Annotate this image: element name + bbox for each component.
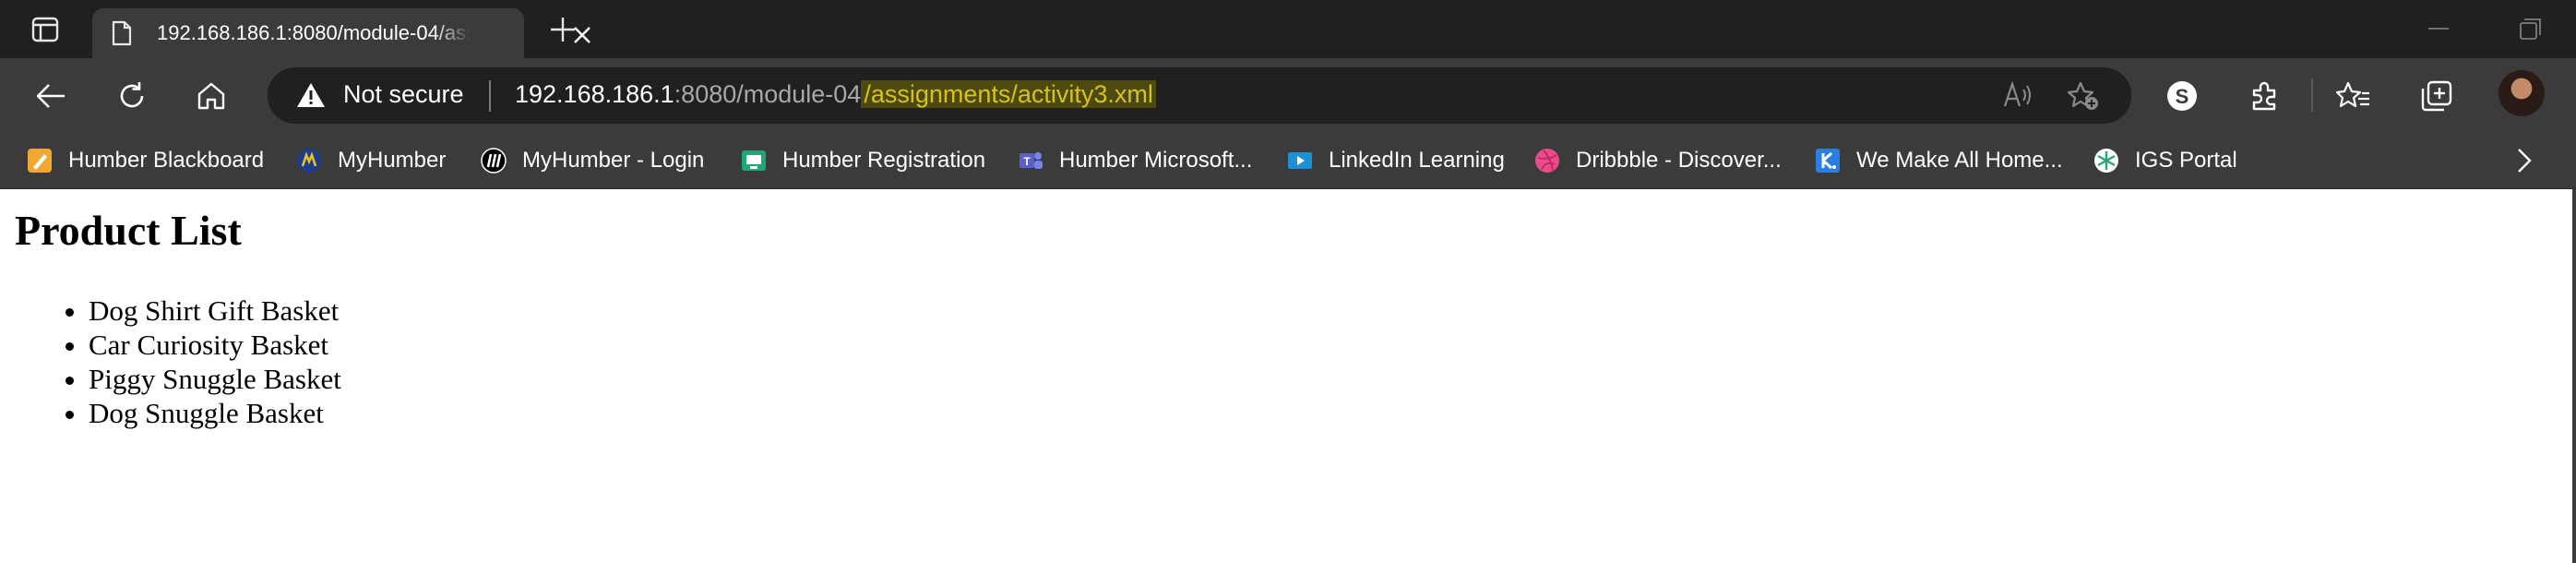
address-bar[interactable]: Not secure 192.168.186.1:8080/module-04/… [268, 67, 2131, 124]
url-host: 192.168.186.1 [515, 80, 674, 108]
bookmark-label: Dribbble - Discover... [1576, 148, 1782, 173]
product-list: Dog Shirt Gift Basket Car Curiosity Bask… [89, 293, 341, 430]
refresh-icon [120, 82, 144, 108]
active-tab[interactable]: 192.168.186.1:8080/module-04/assignments… [92, 8, 590, 58]
bookmark-humber-registration[interactable]: Humber Registration [740, 132, 985, 189]
skype-icon: S [2167, 81, 2197, 111]
url-highlighted-path: /assignments/activity3.xml [861, 80, 1156, 108]
kajabi-icon [1814, 147, 1842, 174]
favorites-icon [2336, 81, 2369, 108]
minimize-window-icon[interactable] [2427, 17, 2451, 45]
refresh-button[interactable] [111, 75, 153, 117]
navigation-toolbar: Not secure 192.168.186.1:8080/module-04/… [0, 58, 2576, 132]
home-button[interactable] [190, 75, 233, 117]
bookmark-linkedin-learning[interactable]: LinkedIn Learning [1286, 132, 1505, 189]
home-icon [197, 82, 225, 110]
bookmark-label: Humber Microsoft... [1059, 148, 1253, 173]
bookmark-humber-microsoft[interactable]: T Humber Microsoft... [1017, 132, 1252, 189]
security-status[interactable]: Not secure [343, 80, 464, 109]
back-arrow-icon [36, 84, 65, 108]
product-list-item: Piggy Snuggle Basket [89, 362, 341, 396]
add-favorite-icon[interactable] [2067, 80, 2100, 116]
collections-icon [2421, 80, 2452, 112]
bookmark-label: LinkedIn Learning [1329, 148, 1505, 173]
read-aloud-icon[interactable] [2002, 80, 2033, 114]
teams-icon: T [1017, 147, 1044, 174]
back-button[interactable] [30, 75, 72, 117]
window-edge [2572, 189, 2576, 563]
tab-strip: 192.168.186.1:8080/module-04/assignments… [0, 0, 2576, 58]
product-list-item: Dog Shirt Gift Basket [89, 293, 341, 328]
skype-extension-button[interactable]: S [2161, 75, 2203, 117]
blackboard-icon [26, 147, 54, 174]
bookmark-label: IGS Portal [2135, 148, 2237, 173]
url-text[interactable]: 192.168.186.1:8080/module-04/assignments… [515, 80, 1156, 109]
tab-actions-icon [31, 17, 59, 42]
toolbar-divider [2311, 78, 2313, 112]
dribbble-icon [1533, 147, 1561, 174]
bookmark-myhumber-login[interactable]: MyHumber - Login [480, 132, 704, 189]
linkedin-learning-icon [1286, 147, 1314, 174]
bookmarks-bar: Humber Blackboard MyHumber MyHumber - Lo… [0, 132, 2576, 189]
chevron-right-icon[interactable] [2510, 146, 2537, 180]
bookmark-myhumber[interactable]: MyHumber [295, 132, 446, 189]
bookmark-we-make-all-home[interactable]: We Make All Home... [1814, 132, 2063, 189]
collections-button[interactable] [2415, 75, 2458, 117]
registration-icon [740, 147, 768, 174]
bookmark-label: MyHumber - Login [522, 148, 705, 173]
extensions-button[interactable] [2244, 75, 2286, 117]
page-title: Product List [15, 207, 242, 254]
myhumber-login-icon [480, 147, 507, 174]
page-content: Product List Dog Shirt Gift Basket Car C… [0, 189, 2576, 563]
svg-text:T: T [1023, 155, 1031, 168]
tab-title: 192.168.186.1:8080/module-04/assignments… [157, 21, 471, 44]
bookmark-label: Humber Blackboard [68, 148, 265, 173]
plus-icon [551, 18, 575, 42]
puzzle-icon [2252, 81, 2276, 111]
bookmark-igs-portal[interactable]: IGS Portal [2093, 132, 2237, 189]
restore-window-icon[interactable] [2519, 17, 2543, 45]
product-list-item: Dog Snuggle Basket [89, 396, 341, 430]
url-port-path: :8080/module-04 [674, 80, 862, 108]
product-list-item: Car Curiosity Basket [89, 328, 341, 362]
bookmark-dribbble[interactable]: Dribbble - Discover... [1533, 132, 1782, 189]
svg-text:S: S [2176, 85, 2189, 108]
bookmark-humber-blackboard[interactable]: Humber Blackboard [26, 132, 264, 189]
address-divider [489, 80, 491, 112]
bookmark-label: We Make All Home... [1856, 148, 2063, 173]
profile-avatar[interactable] [2498, 70, 2545, 116]
bookmark-label: MyHumber [338, 148, 447, 173]
myhumber-icon [295, 147, 323, 174]
warning-icon[interactable] [295, 81, 327, 114]
favorites-button[interactable] [2332, 75, 2375, 117]
igs-icon [2093, 147, 2120, 174]
page-icon [111, 20, 133, 51]
tab-actions-button[interactable] [17, 11, 74, 48]
new-tab-button[interactable] [544, 13, 581, 46]
bookmark-label: Humber Registration [782, 148, 986, 173]
